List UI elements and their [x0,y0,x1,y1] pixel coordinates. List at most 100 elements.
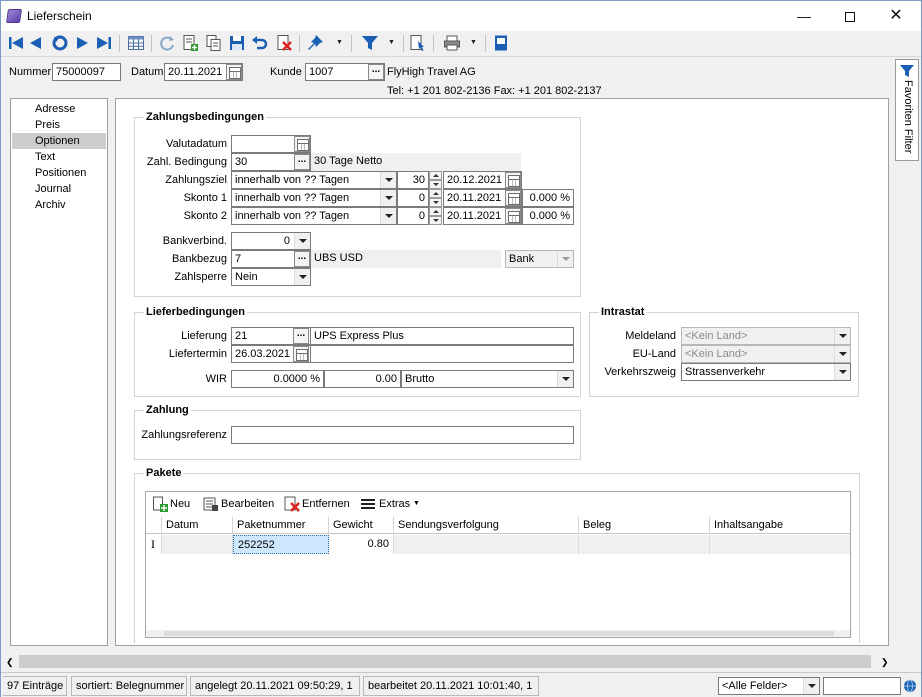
skonto1-mode-dropdown[interactable] [380,190,396,206]
zahlungsziel-calendar-icon[interactable] [505,172,521,188]
zahlungsziel-days-stepper[interactable] [429,171,442,189]
liefertermin-calendar-icon[interactable] [293,346,309,362]
kunde-lookup-button[interactable]: ... [368,64,384,80]
save-icon[interactable] [228,34,246,52]
column-header-inhaltsangabe[interactable]: Inhaltsangabe [710,517,850,534]
nummer-field[interactable]: 75000097 [52,63,121,81]
cell-datum[interactable] [162,535,233,554]
extras-button[interactable]: Extras [379,496,410,512]
skonto2-days-stepper[interactable] [429,207,442,225]
pin-dropdown-arrow[interactable]: ▼ [335,34,344,52]
remove-package-button[interactable]: Entfernen [302,496,350,512]
first-record-icon[interactable] [7,34,25,52]
scroll-left-icon[interactable]: ❮ [6,657,14,668]
nav-item-archiv[interactable]: Archiv [12,197,106,213]
print-icon[interactable] [443,34,461,52]
cell-sendungsverfolgung[interactable] [394,535,579,554]
next-record-icon[interactable] [73,34,91,52]
verkehrszweig-select[interactable]: Strassenverkehr [681,363,851,381]
zahlungsziel-mode-dropdown[interactable] [380,172,396,188]
close-button[interactable]: ✕ [873,1,919,31]
cell-beleg[interactable] [579,535,710,554]
extras-dropdown-arrow[interactable]: ▼ [413,496,420,512]
scroll-thumb[interactable] [19,655,871,668]
skonto2-mode-select[interactable]: innerhalb von ?? Tagen [231,207,397,225]
skonto1-calendar-icon[interactable] [505,190,521,206]
new-package-icon[interactable] [152,496,168,512]
zahlungsziel-mode-select[interactable]: innerhalb von ?? Tagen [231,171,397,189]
valutadatum-calendar-icon[interactable] [294,136,310,152]
bankverbind-dropdown[interactable] [294,233,310,249]
wir-percent-field[interactable]: 0.0000 % [231,370,324,388]
print-dropdown-arrow[interactable]: ▼ [469,34,478,52]
column-header-beleg[interactable]: Beleg [579,517,710,534]
meldeland-dropdown[interactable] [834,328,850,344]
skonto2-mode-dropdown[interactable] [380,208,396,224]
undo-icon[interactable] [251,34,269,52]
cell-inhaltsangabe[interactable] [710,535,850,554]
skonto1-days-stepper[interactable] [429,189,442,207]
cell-paketnummer[interactable]: 252252 [233,535,329,554]
wir-mode-dropdown[interactable] [557,371,573,387]
new-package-button[interactable]: Neu [170,496,190,512]
scroll-right-icon[interactable]: ❯ [881,657,889,668]
main-horizontal-scrollbar[interactable]: ❮ ❯ [1,653,921,670]
zahlsperre-dropdown[interactable] [294,269,310,285]
new-record-icon[interactable] [181,34,199,52]
eu-land-dropdown[interactable] [834,346,850,362]
zahlungsreferenz-field[interactable] [231,426,574,444]
maximize-button[interactable] [827,1,873,31]
nav-item-adresse[interactable]: Adresse [12,101,106,117]
zahlungsziel-days-field[interactable]: 30 [397,171,429,189]
wir-mode-select[interactable]: Brutto [401,370,574,388]
meldeland-select[interactable]: <Kein Land> [681,327,851,345]
table-view-icon[interactable] [127,34,145,52]
minimize-button[interactable]: — [781,1,827,31]
previous-record-icon[interactable] [27,34,45,52]
eu-land-select[interactable]: <Kein Land> [681,345,851,363]
edit-package-icon[interactable] [203,496,219,512]
datum-calendar-icon[interactable] [226,64,242,80]
nav-item-positionen[interactable]: Positionen [12,165,106,181]
wir-label: WIR [205,373,227,385]
archive-icon[interactable] [492,34,510,52]
filter-dropdown-arrow[interactable]: ▼ [387,34,396,52]
skonto1-days-field[interactable]: 0 [397,189,429,207]
skonto1-mode-select[interactable]: innerhalb von ?? Tagen [231,189,397,207]
bankbezug-lookup-button[interactable]: ... [294,251,310,267]
column-header-paketnummer[interactable]: Paketnummer [233,517,329,534]
delete-record-icon[interactable] [275,34,293,52]
reload-icon[interactable] [158,34,176,52]
field-filter-dropdown[interactable] [803,678,819,694]
favoriten-filter-tab[interactable]: Favoriten Filter [895,59,919,161]
skonto1-percent-field[interactable]: 0.000 % [522,189,574,207]
nav-item-text[interactable]: Text [12,149,106,165]
filter-icon[interactable] [361,34,379,52]
nav-item-optionen[interactable]: Optionen [12,133,106,149]
zahl-bedingung-lookup-button[interactable]: ... [294,154,310,170]
column-header-datum[interactable]: Datum [162,517,233,534]
globe-search-icon[interactable] [903,679,917,693]
refresh-record-icon[interactable] [51,34,69,52]
document-search-icon[interactable] [409,34,427,52]
skonto2-percent-field[interactable]: 0.000 % [522,207,574,225]
nav-item-preis[interactable]: Preis [12,117,106,133]
verkehrszweig-dropdown[interactable] [834,364,850,380]
cell-gewicht[interactable]: 0.80 [329,535,394,554]
remove-package-icon[interactable] [284,496,300,512]
copy-record-icon[interactable] [205,34,223,52]
lieferung-lookup-button[interactable]: ... [293,328,309,344]
skonto2-calendar-icon[interactable] [505,208,521,224]
grid-horizontal-scrollbar[interactable] [146,630,850,637]
last-record-icon[interactable] [95,34,113,52]
edit-package-button[interactable]: Bearbeiten [221,496,274,512]
column-header-sendungsverfolgung[interactable]: Sendungsverfolgung [394,517,579,534]
pin-icon[interactable] [307,34,325,52]
column-header-gewicht[interactable]: Gewicht [329,517,394,534]
menu-lines-icon[interactable] [361,498,375,510]
quick-search-input[interactable] [823,677,901,695]
liefertermin-extra-field[interactable] [310,345,574,363]
skonto2-days-field[interactable]: 0 [397,207,429,225]
nav-item-journal[interactable]: Journal [12,181,106,197]
wir-amount-field[interactable]: 0.00 [324,370,401,388]
